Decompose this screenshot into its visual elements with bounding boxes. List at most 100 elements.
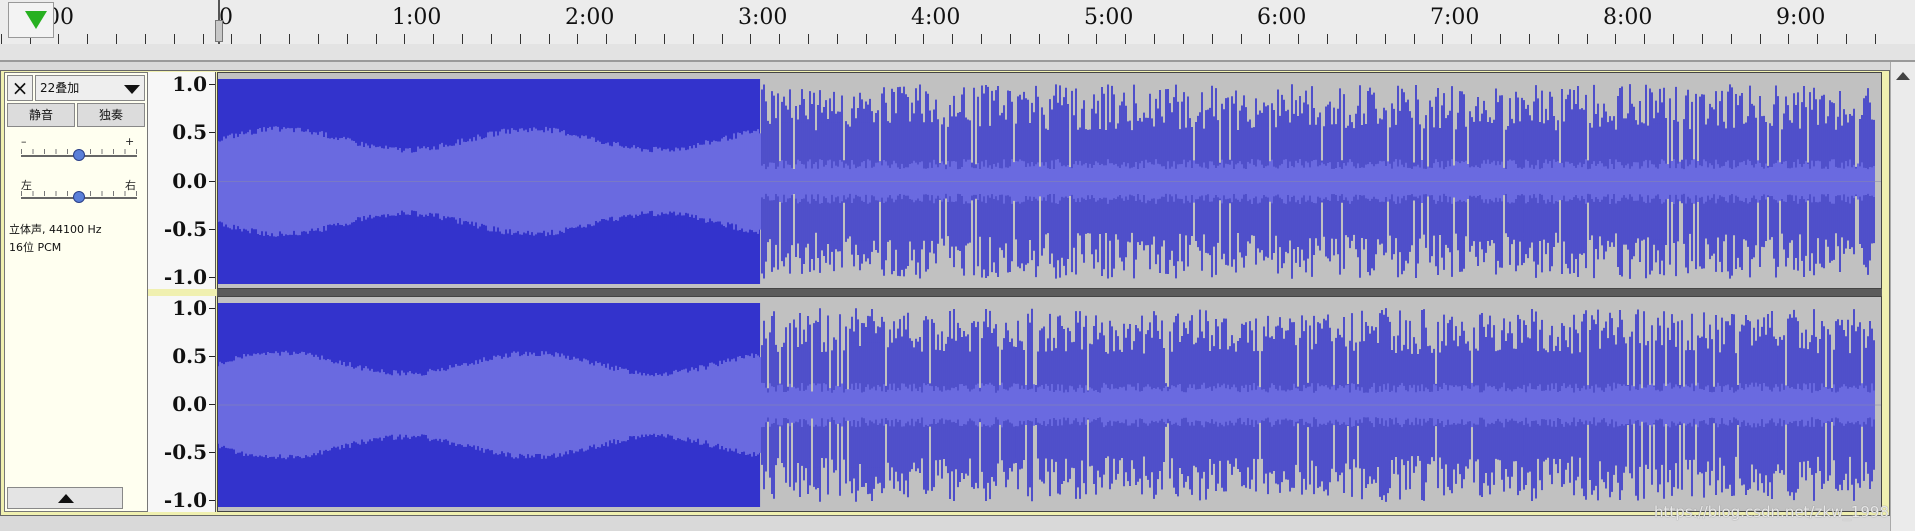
ruler-minor-tick [1586, 34, 1588, 44]
ruler-minor-tick [952, 34, 954, 44]
ruler-minor-tick [1557, 34, 1559, 44]
scale-tick [209, 277, 215, 278]
ruler-minor-tick [577, 34, 579, 44]
playhead[interactable] [215, 0, 223, 44]
scale-tick [209, 404, 215, 405]
ruler-time-label: 4:00 [911, 5, 961, 30]
ruler-minor-tick [894, 34, 896, 44]
ruler-minor-tick [692, 34, 694, 44]
chevron-down-icon[interactable] [124, 85, 140, 94]
ruler-minor-tick [779, 34, 781, 44]
track-control-panel: × 22叠加 静音 独奏 – + 左 右 立体声, 44100 Hz 16位 P… [4, 72, 148, 512]
waveform-svg [218, 303, 1881, 507]
ruler-minor-tick [1730, 34, 1732, 44]
timeline-band[interactable] [0, 44, 1915, 62]
scale-tick [209, 84, 215, 85]
ruler-minor-tick [375, 34, 377, 44]
ruler-minor-tick [404, 34, 406, 44]
ruler-minor-tick [1846, 34, 1848, 44]
close-track-button[interactable]: × [7, 75, 33, 101]
ruler-minor-tick [1240, 34, 1242, 44]
ruler-time-label: 9:00 [1776, 5, 1826, 30]
ruler-minor-tick [1154, 34, 1156, 44]
ruler-minor-tick [1125, 34, 1127, 44]
timeline-ruler[interactable]: 00 0 1:00 2:00 3:00 4:00 5:00 6:00 7:00 8:00 9:00 [0, 0, 1915, 45]
ruler-minor-tick [490, 34, 492, 44]
ruler-minor-tick [663, 34, 665, 44]
ruler-minor-tick [1298, 34, 1300, 44]
play-triangle-icon[interactable] [25, 11, 47, 29]
track-format-line2: 16位 PCM [9, 241, 62, 254]
waveform-left-channel[interactable] [217, 72, 1882, 289]
ruler-time-label: 6:00 [1257, 5, 1307, 30]
collapse-up-icon[interactable] [58, 494, 74, 503]
ruler-minor-tick [1038, 34, 1040, 44]
ruler-minor-tick [289, 34, 291, 44]
ruler-minor-tick [1701, 34, 1703, 44]
ruler-minor-tick [1615, 34, 1617, 44]
ruler-minor-tick [1009, 34, 1011, 44]
ruler-minor-tick [0, 34, 2, 44]
pan-slider-knob[interactable] [73, 191, 85, 203]
scroll-up-icon[interactable] [1896, 72, 1910, 80]
scale-label: 0.0 [172, 392, 207, 416]
mute-button[interactable]: 静音 [7, 103, 75, 127]
ruler-minor-tick [1644, 34, 1646, 44]
scale-label: 0.5 [172, 344, 207, 368]
ruler-minor-tick [548, 34, 550, 44]
ruler-minor-tick [1442, 34, 1444, 44]
waveform-svg [218, 79, 1881, 284]
ruler-minor-tick [923, 34, 925, 44]
ruler-minor-tick [836, 34, 838, 44]
ruler-minor-tick [865, 34, 867, 44]
ruler-minor-tick [1817, 34, 1819, 44]
ruler-minor-tick [462, 34, 464, 44]
vertical-scale-right-channel[interactable]: 1.0 0.5 0.0 -0.5 -1.0 [148, 296, 216, 512]
vertical-scale-left-channel[interactable]: 1.0 0.5 0.0 -0.5 -1.0 [148, 72, 216, 289]
ruler-minor-tick [1874, 34, 1876, 44]
ruler-time-label: 7:00 [1430, 5, 1480, 30]
collapse-track-button[interactable] [7, 487, 123, 509]
ruler-time-label: 2:00 [565, 5, 615, 30]
ruler-minor-tick [1673, 34, 1675, 44]
ruler-minor-tick [635, 34, 637, 44]
ruler-minor-tick [260, 34, 262, 44]
ruler-minor-tick [346, 34, 348, 44]
ruler-minor-tick [519, 34, 521, 44]
ruler-minor-tick [1528, 34, 1530, 44]
ruler-minor-tick [606, 34, 608, 44]
scale-tick [209, 356, 215, 357]
ruler-minor-tick [1327, 34, 1329, 44]
scale-tick [209, 180, 215, 182]
ruler-minor-tick [1182, 34, 1184, 44]
ruler-minor-tick [808, 34, 810, 44]
waveform-right-channel[interactable] [217, 296, 1882, 512]
track-format-info: 立体声, 44100 Hz 16位 PCM [9, 221, 102, 257]
scale-tick [209, 500, 215, 501]
track-format-line1: 立体声, 44100 Hz [9, 223, 102, 236]
scale-label: 1.0 [172, 296, 207, 320]
ruler-minor-tick [173, 34, 175, 44]
scale-label: 1.0 [172, 72, 207, 96]
ruler-minor-tick [981, 34, 983, 44]
vertical-scrollbar[interactable] [1890, 62, 1915, 531]
scale-label: -0.5 [163, 216, 207, 241]
ruler-minor-tick [1211, 34, 1213, 44]
gain-plus-label: + [125, 135, 135, 148]
track-name-menu[interactable]: 22叠加 [35, 75, 145, 101]
ruler-time-label: 3:00 [738, 5, 788, 30]
ruler-minor-tick [202, 34, 204, 44]
scale-label: -1.0 [163, 265, 207, 289]
gain-slider-knob[interactable] [73, 149, 85, 161]
channel-divider[interactable] [217, 289, 1882, 296]
ruler-minor-tick [1096, 34, 1098, 44]
solo-button[interactable]: 独奏 [77, 103, 145, 127]
track-name-label: 22叠加 [40, 81, 80, 95]
play-marker[interactable] [8, 2, 54, 38]
playhead-handle[interactable] [215, 20, 223, 42]
scale-label: -1.0 [163, 488, 207, 512]
ruler-minor-tick [144, 34, 146, 44]
ruler-minor-tick [750, 34, 752, 44]
ruler-minor-tick [231, 34, 233, 44]
scale-tick [209, 308, 215, 309]
